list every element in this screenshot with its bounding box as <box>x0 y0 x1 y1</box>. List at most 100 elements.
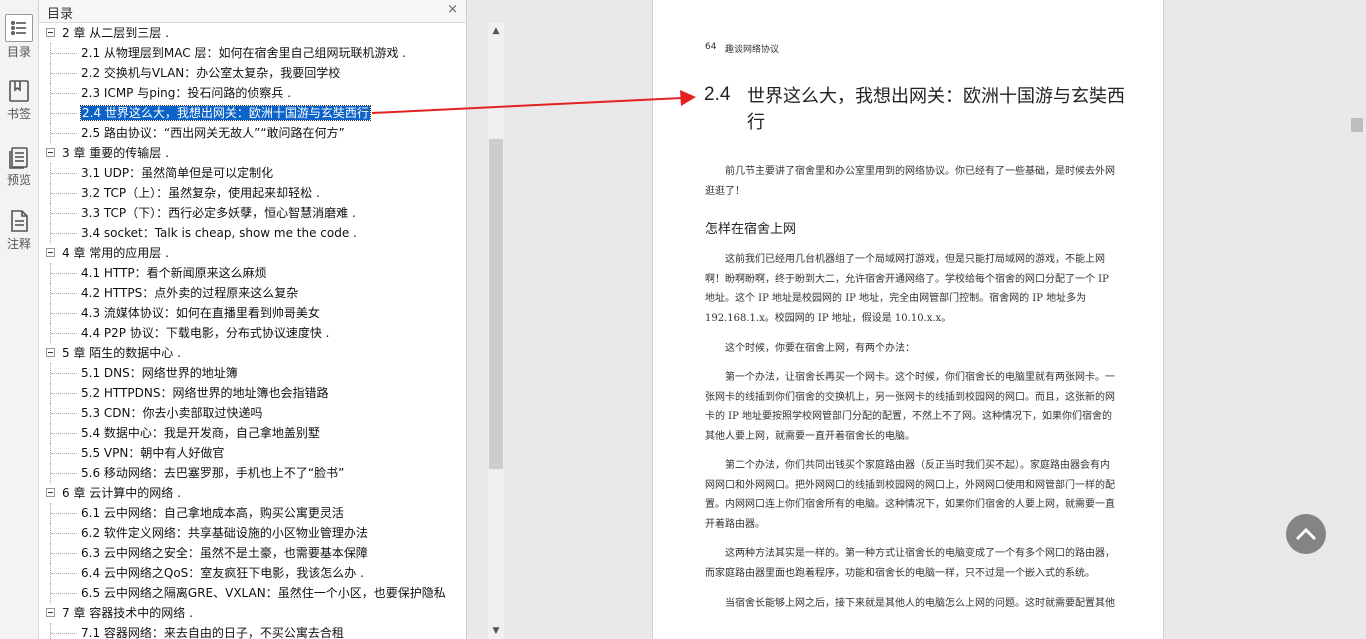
toc-item-label: 5 章 陌生的数据中心 . <box>62 346 181 360</box>
toc-item-label: 5.3 CDN：你去小卖部取过快递吗 <box>81 406 263 420</box>
toc-section-item[interactable]: 5.2 HTTPDNS：网络世界的地址簿也会指错路 <box>39 383 447 403</box>
scroll-down-icon[interactable]: ▼ <box>488 623 504 639</box>
collapse-toggle-icon[interactable] <box>46 488 55 497</box>
toc-item-label: 5.4 数据中心：我是开发商，自己拿地盖别墅 <box>81 426 320 440</box>
tree-line <box>51 373 77 375</box>
toc-item-label: 5.6 移动网络：去巴塞罗那，手机也上不了“脸书” <box>81 466 345 480</box>
toc-section-item[interactable]: 6.1 云中网络：自己拿地成本高，购买公寓更灵活 <box>39 503 447 523</box>
toc-section-item[interactable]: 6.3 云中网络之安全：虽然不是土豪，也需要基本保障 <box>39 543 447 563</box>
toc-chapter-item[interactable]: 3 章 重要的传输层 . <box>39 143 447 163</box>
toc-title: 目录 <box>47 7 74 22</box>
rail-notes-label: 注释 <box>6 237 31 251</box>
toc-item-label: 4.2 HTTPS：点外卖的过程原来这么复杂 <box>81 286 299 300</box>
tree-line <box>51 313 77 315</box>
tree-line <box>51 173 77 175</box>
toc-panel: 目录 × 2 章 从二层到三层 . 2.1 从物理层到MAC 层：如何在宿舍里自己… <box>39 0 504 639</box>
toc-section-item[interactable]: 3.1 UDP：虽然简单但是可以定制化 <box>39 163 447 183</box>
tree-line <box>51 413 77 415</box>
toc-section-item[interactable]: 2.4 世界这么大，我想出网关：欧洲十国游与玄奘西行 <box>39 103 447 123</box>
toc-item-label: 5.5 VPN：朝中有人好做官 <box>81 446 225 460</box>
toc-section-item[interactable]: 4.2 HTTPS：点外卖的过程原来这么复杂 <box>39 283 447 303</box>
toc-section-item[interactable]: 2.3 ICMP 与ping：投石问路的侦察兵 . <box>39 83 447 103</box>
toc-section-item[interactable]: 6.4 云中网络之QoS：室友疯狂下电影，我该怎么办 . <box>39 563 447 583</box>
toc-chapter-item[interactable]: 2 章 从二层到三层 . <box>39 23 447 43</box>
toc-section-item[interactable]: 5.5 VPN：朝中有人好做官 <box>39 443 447 463</box>
toc-section-item[interactable]: 3.2 TCP（上）：虽然复杂，使用起来却轻松 . <box>39 183 447 203</box>
document-page: 64 趣谈网络协议 2.4 世界这么大，我想出网关：欧洲十国游与玄奘西行 前几节… <box>652 0 1164 639</box>
paragraph: 这前我们已经用几台机器组了一个局域网打游戏，但是只能打局域网的游戏，不能上网啊！… <box>705 254 1109 324</box>
toc-item-label: 6.3 云中网络之安全：虽然不是土豪，也需要基本保障 <box>81 546 368 560</box>
tree-line <box>51 193 77 195</box>
toc-chapter-item[interactable]: 7 章 容器技术中的网络 . <box>39 603 447 623</box>
collapse-toggle-icon[interactable] <box>46 248 55 257</box>
toc-chapter-item[interactable]: 5 章 陌生的数据中心 . <box>39 343 447 363</box>
toc-section-item[interactable]: 3.4 socket：Talk is cheap, show me the co… <box>39 223 447 243</box>
tree-line <box>51 573 77 575</box>
toc-item-label: 6.2 软件定义网络：共享基础设施的小区物业管理办法 <box>81 526 368 540</box>
paragraph: 这两种方法其实是一样的。第一种方式让宿舍长的电脑变成了一个有多个网口的路由器，而… <box>705 548 1115 579</box>
tree-line <box>51 633 77 635</box>
toc-section-item[interactable]: 4.3 流媒体协议：如何在直播里看到帅哥美女 <box>39 303 447 323</box>
toc-item-label: 4 章 常用的应用层 . <box>62 246 169 260</box>
toc-section-item[interactable]: 2.2 交换机与VLAN：办公室太复杂，我要回学校 <box>39 63 447 83</box>
toc-chapter-item[interactable]: 4 章 常用的应用层 . <box>39 243 447 263</box>
toc-section-item[interactable]: 5.4 数据中心：我是开发商，自己拿地盖别墅 <box>39 423 447 443</box>
toc-item-label: 5.2 HTTPDNS：网络世界的地址簿也会指错路 <box>81 386 329 400</box>
toc-section-item[interactable]: 5.3 CDN：你去小卖部取过快递吗 <box>39 403 447 423</box>
toc-item-label: 4.4 P2P 协议：下载电影，分布式协议速度快 . <box>81 326 330 340</box>
toc-section-item[interactable]: 5.6 移动网络：去巴塞罗那，手机也上不了“脸书” <box>39 463 447 483</box>
back-to-top-button[interactable] <box>1286 514 1326 554</box>
toc-section-item[interactable]: 2.5 路由协议：“西出网关无故人”“敢问路在何方” <box>39 123 447 143</box>
tree-line <box>51 133 77 135</box>
tree-line <box>51 333 77 335</box>
toc-chapter-item[interactable]: 6 章 云计算中的网络 . <box>39 483 447 503</box>
tree-line <box>51 73 77 75</box>
tree-line <box>51 553 77 555</box>
scroll-up-icon[interactable]: ▲ <box>488 23 504 39</box>
toc-scroll-thumb[interactable] <box>489 139 503 469</box>
toc-section-item[interactable]: 5.1 DNS：网络世界的地址簿 <box>39 363 447 383</box>
toc-item-label: 7 章 容器技术中的网络 . <box>62 606 193 620</box>
toc-section-item[interactable]: 4.1 HTTP：看个新闻原来这么麻烦 <box>39 263 447 283</box>
toc-item-label: 6.1 云中网络：自己拿地成本高，购买公寓更灵活 <box>81 506 344 520</box>
rail-preview[interactable]: 预览 <box>0 144 38 188</box>
rail-toc[interactable]: 目录 <box>0 14 38 60</box>
rail-notes[interactable]: 注释 <box>0 208 38 252</box>
toc-item-label: 3 章 重要的传输层 . <box>62 146 169 160</box>
toc-item-label: 7.1 容器网络：来去自由的日子，不买公寓去合租 <box>81 626 344 639</box>
toc-section-item[interactable]: 2.1 从物理层到MAC 层：如何在宿舍里自己组网玩联机游戏 . <box>39 43 447 63</box>
rail-bookmark[interactable]: 书签 <box>0 78 38 122</box>
section-number: 2.4 <box>704 84 731 105</box>
toc-list: 2 章 从二层到三层 . 2.1 从物理层到MAC 层：如何在宿舍里自己组网玩联机… <box>39 23 447 639</box>
collapse-toggle-icon[interactable] <box>46 608 55 617</box>
bookmark-icon <box>6 78 32 104</box>
toc-section-item[interactable]: 3.3 TCP（下）：西行必定多妖孽，恒心智慧消磨难 . <box>39 203 447 223</box>
collapse-toggle-icon[interactable] <box>46 348 55 357</box>
close-icon[interactable]: × <box>447 2 458 17</box>
tree-line <box>51 513 77 515</box>
page-scrollbar[interactable] <box>1349 0 1366 639</box>
collapse-toggle-icon[interactable] <box>46 148 55 157</box>
collapse-toggle-icon[interactable] <box>46 28 55 37</box>
toc-section-item[interactable]: 4.4 P2P 协议：下载电影，分布式协议速度快 . <box>39 323 447 343</box>
rail-toc-label: 目录 <box>6 45 31 59</box>
running-header: 趣谈网络协议 <box>725 45 780 55</box>
toc-item-label: 3.2 TCP（上）：虽然复杂，使用起来却轻松 . <box>81 186 320 200</box>
toc-scrollbar[interactable]: ▲ ▼ <box>488 23 504 639</box>
rail-bookmark-label: 书签 <box>6 107 31 121</box>
toc-item-label: 5.1 DNS：网络世界的地址簿 <box>81 366 238 380</box>
page-scroll-thumb[interactable] <box>1351 118 1363 132</box>
toc-item-label: 6 章 云计算中的网络 . <box>62 486 181 500</box>
toc-section-item[interactable]: 7.1 容器网络：来去自由的日子，不买公寓去合租 <box>39 623 447 639</box>
subheading: 怎样在宿舍上网 <box>705 222 797 237</box>
tree-line <box>51 53 77 55</box>
tree-line <box>51 473 77 475</box>
toc-section-item[interactable]: 6.5 云中网络之隔离GRE、VXLAN：虽然住一个小区，也要保护隐私 <box>39 583 447 603</box>
paragraph: 第二个办法，你们共同出钱买个家庭路由器（反正当时我们买不起）。家庭路由器会有内网… <box>705 460 1115 530</box>
tree-line <box>51 593 77 595</box>
toc-section-item[interactable]: 6.2 软件定义网络：共享基础设施的小区物业管理办法 <box>39 523 447 543</box>
tree-line <box>51 533 77 535</box>
side-rail: 目录 书签 预览 注释 <box>0 0 39 639</box>
section-title: 世界这么大，我想出网关：欧洲十国游与玄奘西行 <box>747 86 1125 133</box>
paragraph: 第一个办法，让宿舍长再买一个网卡。这个时候，你们宿舍长的电脑里就有两张网卡。一张… <box>705 372 1115 442</box>
